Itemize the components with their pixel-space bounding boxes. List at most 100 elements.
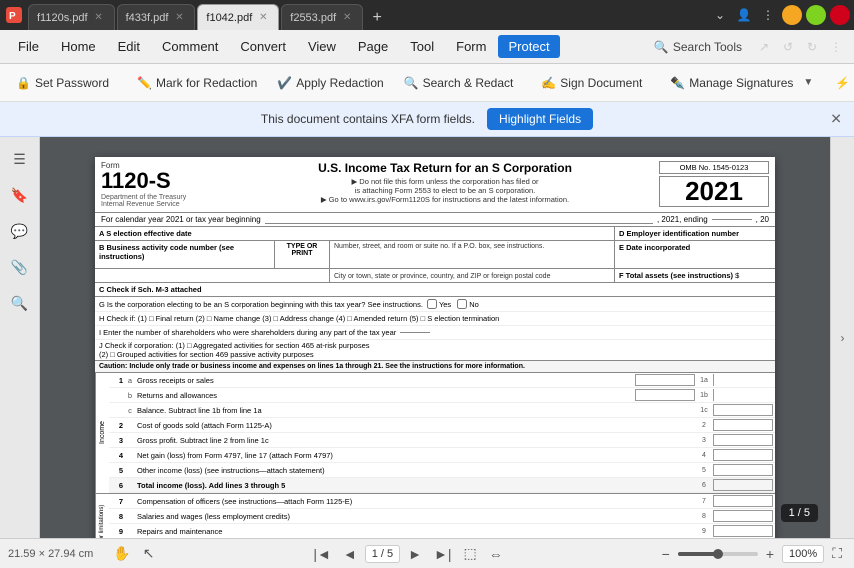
undo-icon[interactable]: ↺ xyxy=(778,37,798,57)
form-number-area: Form 1120-S Department of the TreasuryIn… xyxy=(101,161,231,208)
sign-document-button[interactable]: ✍️ Sign Document xyxy=(533,72,650,94)
line-1a-alpha: a xyxy=(125,376,135,385)
menu-view[interactable]: View xyxy=(298,35,346,58)
income-side-label: Income xyxy=(95,373,109,493)
tab-f433f[interactable]: f433f.pdf ✕ xyxy=(117,4,196,30)
line-1c-alpha: c xyxy=(125,406,135,415)
first-page-button[interactable]: |◄ xyxy=(309,544,335,564)
form-subtitle1: ▶ Do not file this form unless the corpo… xyxy=(239,177,651,186)
last-page-button[interactable]: ►| xyxy=(430,544,456,564)
field-e: E Date incorporated xyxy=(615,241,775,268)
field-d-label: D Employer identification number xyxy=(619,229,739,238)
hand-tool-icon[interactable]: ✋ xyxy=(109,543,134,564)
toolbar: 🔒 Set Password ✏️ Mark for Redaction ✔️ … xyxy=(0,64,854,102)
set-password-button[interactable]: 🔒 Set Password xyxy=(8,72,117,94)
zoom-slider[interactable] xyxy=(678,552,758,556)
add-tab-button[interactable]: + xyxy=(365,6,389,30)
menu-icon[interactable]: ⋮ xyxy=(758,5,778,25)
sidebar-search-icon[interactable]: 🔍 xyxy=(6,289,34,317)
search-redact-icon: 🔍 xyxy=(404,76,419,90)
income-row-1a: 1 a Gross receipts or sales 1a xyxy=(109,373,775,388)
tab-close[interactable]: ✕ xyxy=(340,11,354,25)
zoom-out-button[interactable]: − xyxy=(658,544,674,564)
field-a: A S election effective date xyxy=(95,227,615,240)
menu-form[interactable]: Form xyxy=(446,35,496,58)
form-title-area: U.S. Income Tax Return for an S Corporat… xyxy=(231,161,659,204)
line-1b-box-num: 1b xyxy=(695,392,713,399)
avatar-icon[interactable]: 👤 xyxy=(734,5,754,25)
dollar-sign: $ xyxy=(735,271,739,280)
fit-page-icon[interactable]: ⬚ xyxy=(460,543,481,564)
menu-home[interactable]: Home xyxy=(51,35,106,58)
cursor-tool-icon[interactable]: ↖ xyxy=(139,543,159,564)
electro-icon: ⚡ xyxy=(835,76,850,90)
line-j1-text: J Check if corporation: (1) □ Aggregated… xyxy=(99,341,771,350)
right-sidebar-arrow[interactable]: › xyxy=(841,331,845,345)
electro-button[interactable]: ⚡ Electro... xyxy=(827,72,854,94)
menu-comment[interactable]: Comment xyxy=(152,35,228,58)
tab-label: f1120s.pdf xyxy=(37,12,88,24)
menu-protect[interactable]: Protect xyxy=(498,35,559,58)
app-icon: P xyxy=(4,5,24,25)
menu-tool[interactable]: Tool xyxy=(400,35,444,58)
line-g-no-checkbox[interactable] xyxy=(457,299,467,309)
line-g-yes-checkbox[interactable] xyxy=(427,299,437,309)
minimize-button[interactable] xyxy=(782,5,802,25)
redo-icon[interactable]: ↻ xyxy=(802,37,822,57)
fit-screen-icon[interactable]: ⛶ xyxy=(828,543,846,564)
next-page-button[interactable]: ► xyxy=(404,544,426,564)
sidebar-thumbnails-icon[interactable]: ☰ xyxy=(6,145,34,173)
sidebar-attachments-icon[interactable]: 📎 xyxy=(6,253,34,281)
line-1-num: 1 xyxy=(111,376,125,385)
line-1c-right-box[interactable] xyxy=(713,404,773,416)
field-c-label: C Check if Sch. M-3 attached xyxy=(99,285,202,294)
bottom-bar: 21.59 × 27.94 cm ✋ ↖ |◄ ◄ 1 / 5 ► ►| ⬚ ⇔… xyxy=(0,538,854,568)
zoom-value[interactable]: 100% xyxy=(782,545,824,563)
line-g-no-label: No xyxy=(469,300,479,309)
manage-signatures-button[interactable]: ✒️ Manage Signatures xyxy=(662,72,801,94)
title-right-controls: ⌄ 👤 ⋮ xyxy=(710,5,850,25)
search-redact-button[interactable]: 🔍 Search & Redact xyxy=(396,72,522,94)
share-icon[interactable]: ↗ xyxy=(754,37,774,57)
search-tools-label: Search Tools xyxy=(673,40,742,54)
city-state-field: City or town, state or province, country… xyxy=(330,269,615,282)
tab-close[interactable]: ✕ xyxy=(92,11,106,25)
close-button[interactable] xyxy=(830,5,850,25)
sidebar-bookmarks-icon[interactable]: 🔖 xyxy=(6,181,34,209)
more-options-icon[interactable]: ⋮ xyxy=(826,37,846,57)
maximize-button[interactable] xyxy=(806,5,826,25)
tab-f1042[interactable]: f1042.pdf ✕ xyxy=(197,4,279,30)
pdf-viewer[interactable]: Form 1120-S Department of the TreasuryIn… xyxy=(40,137,830,538)
menu-edit[interactable]: Edit xyxy=(108,35,150,58)
notification-bar: This document contains XFA form fields. … xyxy=(0,102,854,137)
apply-redaction-button[interactable]: ✔️ Apply Redaction xyxy=(269,72,391,94)
signatures-dropdown-arrow[interactable]: ▼ xyxy=(801,73,815,92)
form-code: 1120-S xyxy=(101,170,231,192)
search-tools-button[interactable]: 🔍 Search Tools xyxy=(646,36,750,58)
tab-close[interactable]: ✕ xyxy=(172,11,186,25)
menu-page[interactable]: Page xyxy=(348,35,398,58)
form-dept: Department of the TreasuryInternal Reven… xyxy=(101,194,231,208)
calendar-ending: , 2021, ending xyxy=(657,215,708,224)
mark-redaction-button[interactable]: ✏️ Mark for Redaction xyxy=(129,72,265,94)
zoom-in-button[interactable]: + xyxy=(762,544,778,564)
fit-width-icon[interactable]: ⇔ xyxy=(485,544,507,564)
tab-close[interactable]: ✕ xyxy=(256,11,270,25)
line-g: G Is the corporation electing to be an S… xyxy=(95,297,775,312)
notification-close-button[interactable]: ✕ xyxy=(830,111,842,128)
menu-convert[interactable]: Convert xyxy=(230,35,296,58)
dropdown-arrow-icon[interactable]: ⌄ xyxy=(710,5,730,25)
highlight-fields-button[interactable]: Highlight Fields xyxy=(487,108,593,130)
menu-file[interactable]: File xyxy=(8,35,49,58)
tab-label: f2553.pdf xyxy=(290,12,336,24)
line-1a-box[interactable] xyxy=(635,374,695,386)
prev-page-button[interactable]: ◄ xyxy=(339,544,361,564)
page-indicator[interactable]: 1 / 5 xyxy=(365,545,400,563)
line-1b-box[interactable] xyxy=(635,389,695,401)
lock-icon: 🔒 xyxy=(16,76,31,90)
tab-f2553[interactable]: f2553.pdf ✕ xyxy=(281,4,363,30)
tab-f1120s[interactable]: f1120s.pdf ✕ xyxy=(28,4,115,30)
deduction-row-8: 8 Salaries and wages (less employment cr… xyxy=(109,509,775,524)
calendar-label: For calendar year 2021 or tax year begin… xyxy=(101,215,261,224)
sidebar-comments-icon[interactable]: 💬 xyxy=(6,217,34,245)
